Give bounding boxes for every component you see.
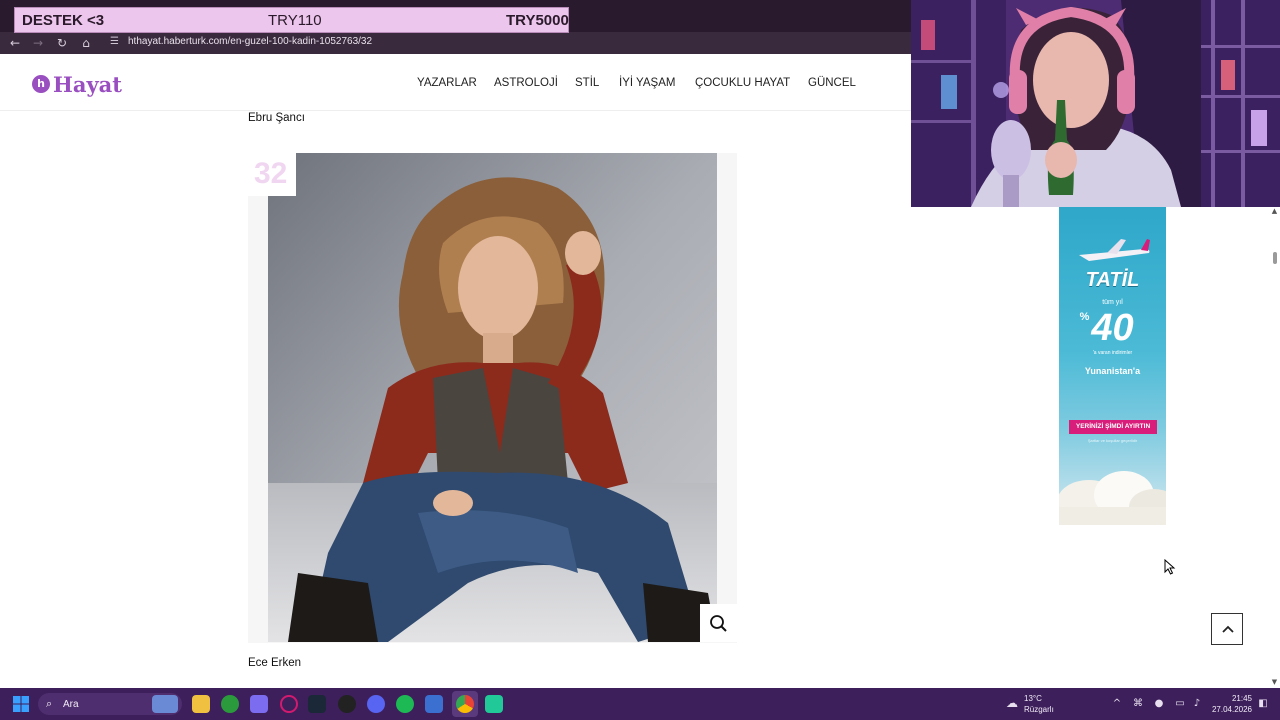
url-field[interactable]: hthayat.haberturk.com/en-guzel-100-kadin…: [128, 36, 372, 47]
volume-icon[interactable]: ♪: [1190, 697, 1204, 711]
search-highlight-icon: [152, 695, 178, 713]
network-icon[interactable]: ⌘: [1131, 697, 1145, 711]
menu-item-cocuklu-hayat[interactable]: ÇOCUKLU HAYAT: [695, 77, 790, 89]
zoom-button[interactable]: [700, 604, 737, 642]
menu-item-guncel[interactable]: GÜNCEL: [808, 77, 856, 89]
scroll-down-arrow-icon[interactable]: ▼: [1270, 678, 1279, 687]
clock-date[interactable]: 27.04.2026: [1206, 705, 1252, 714]
ad-banner[interactable]: TATİL tüm yıl % 40 'a varan indirimler Y…: [1059, 207, 1166, 525]
forward-arrow-icon[interactable]: →: [30, 35, 46, 51]
monitor-icon[interactable]: ▭: [1173, 697, 1187, 711]
menu-item-iyi-yasam[interactable]: İYİ YAŞAM: [619, 77, 675, 89]
obs-icon[interactable]: [338, 695, 356, 713]
webcam-feed: [911, 0, 1280, 207]
whatsapp-icon[interactable]: [485, 695, 503, 713]
notification-icon[interactable]: ◧: [1256, 697, 1270, 711]
donation-current: TRY110: [268, 12, 322, 29]
donation-title: DESTEK <3: [22, 12, 105, 29]
chrome-icon[interactable]: [456, 695, 474, 713]
site-logo[interactable]: h Hayat: [32, 71, 122, 97]
menu-item-stil[interactable]: STİL: [575, 77, 599, 89]
mouse-cursor-icon: [1164, 559, 1176, 575]
home-icon[interactable]: ⌂: [78, 35, 94, 51]
ad-headline: TATİL: [1085, 269, 1140, 291]
app-icon[interactable]: [425, 695, 443, 713]
screen: { "browser": { "url": "hthayat.haberturk…: [0, 0, 1280, 720]
opera-icon[interactable]: [280, 695, 298, 713]
cloud-illustration: [1059, 471, 1166, 525]
portrait-illustration: [268, 153, 717, 642]
back-to-top-button[interactable]: [1211, 613, 1243, 645]
webcam-overlay: [911, 0, 1280, 207]
ad-cta-button[interactable]: YERİNİZİ ŞİMDİ AYIRTIN: [1069, 420, 1157, 434]
donation-goal-overlay: DESTEK <3 TRY110 TRY5000: [14, 7, 569, 33]
gallery-photo[interactable]: [268, 153, 717, 642]
weather-desc: Rüzgarlı: [1024, 705, 1054, 714]
item-number-badge: 32: [248, 153, 296, 196]
donation-goal: TRY5000: [506, 12, 569, 29]
logo-text: Hayat: [53, 71, 122, 97]
xbox-icon[interactable]: [221, 695, 239, 713]
logo-mark-icon: h: [32, 75, 50, 93]
microphone-icon[interactable]: ●: [1152, 697, 1166, 711]
site-info-icon[interactable]: ☰: [110, 36, 122, 48]
menu-item-astroloji[interactable]: ASTROLOJİ: [494, 77, 558, 89]
menu-item-yazarlar[interactable]: YAZARLAR: [417, 77, 477, 89]
scroll-up-arrow-icon[interactable]: ▲: [1270, 207, 1279, 216]
ad-small-print: 'a varan indirimler: [1092, 350, 1133, 356]
steam-icon[interactable]: [308, 695, 326, 713]
windows-start-icon[interactable]: [12, 695, 30, 713]
ad-discount: 40: [1091, 307, 1134, 349]
ad-footnote: Şartlar ve koşullar geçerlidir: [1087, 438, 1138, 443]
copilot-icon[interactable]: [250, 695, 268, 713]
search-icon: ⌕: [46, 697, 53, 710]
search-icon: [710, 615, 727, 632]
previous-item-caption: Ebru Şancı: [248, 112, 305, 124]
weather-icon[interactable]: ☁: [1004, 696, 1020, 710]
page-scrollbar[interactable]: [1269, 207, 1280, 688]
item-number: 32: [254, 157, 288, 190]
spotify-icon[interactable]: [396, 695, 414, 713]
clock-time[interactable]: 21:45: [1214, 694, 1252, 703]
item-caption: Ece Erken: [248, 657, 302, 669]
reload-icon[interactable]: ↻: [54, 35, 70, 51]
taskbar-search-label: Ara: [63, 699, 79, 710]
weather-temp: 13°C: [1024, 694, 1042, 703]
file-explorer-icon[interactable]: [192, 695, 210, 713]
back-arrow-icon[interactable]: ←: [7, 35, 23, 51]
ad-destination: Yunanistan'a: [1084, 366, 1141, 376]
chevron-up-icon[interactable]: ^: [1110, 697, 1124, 711]
chevron-up-icon: [1222, 625, 1234, 633]
discord-icon[interactable]: [367, 695, 385, 713]
ad-subline: tüm yıl: [1102, 299, 1123, 306]
scrollbar-thumb[interactable]: [1273, 252, 1277, 264]
